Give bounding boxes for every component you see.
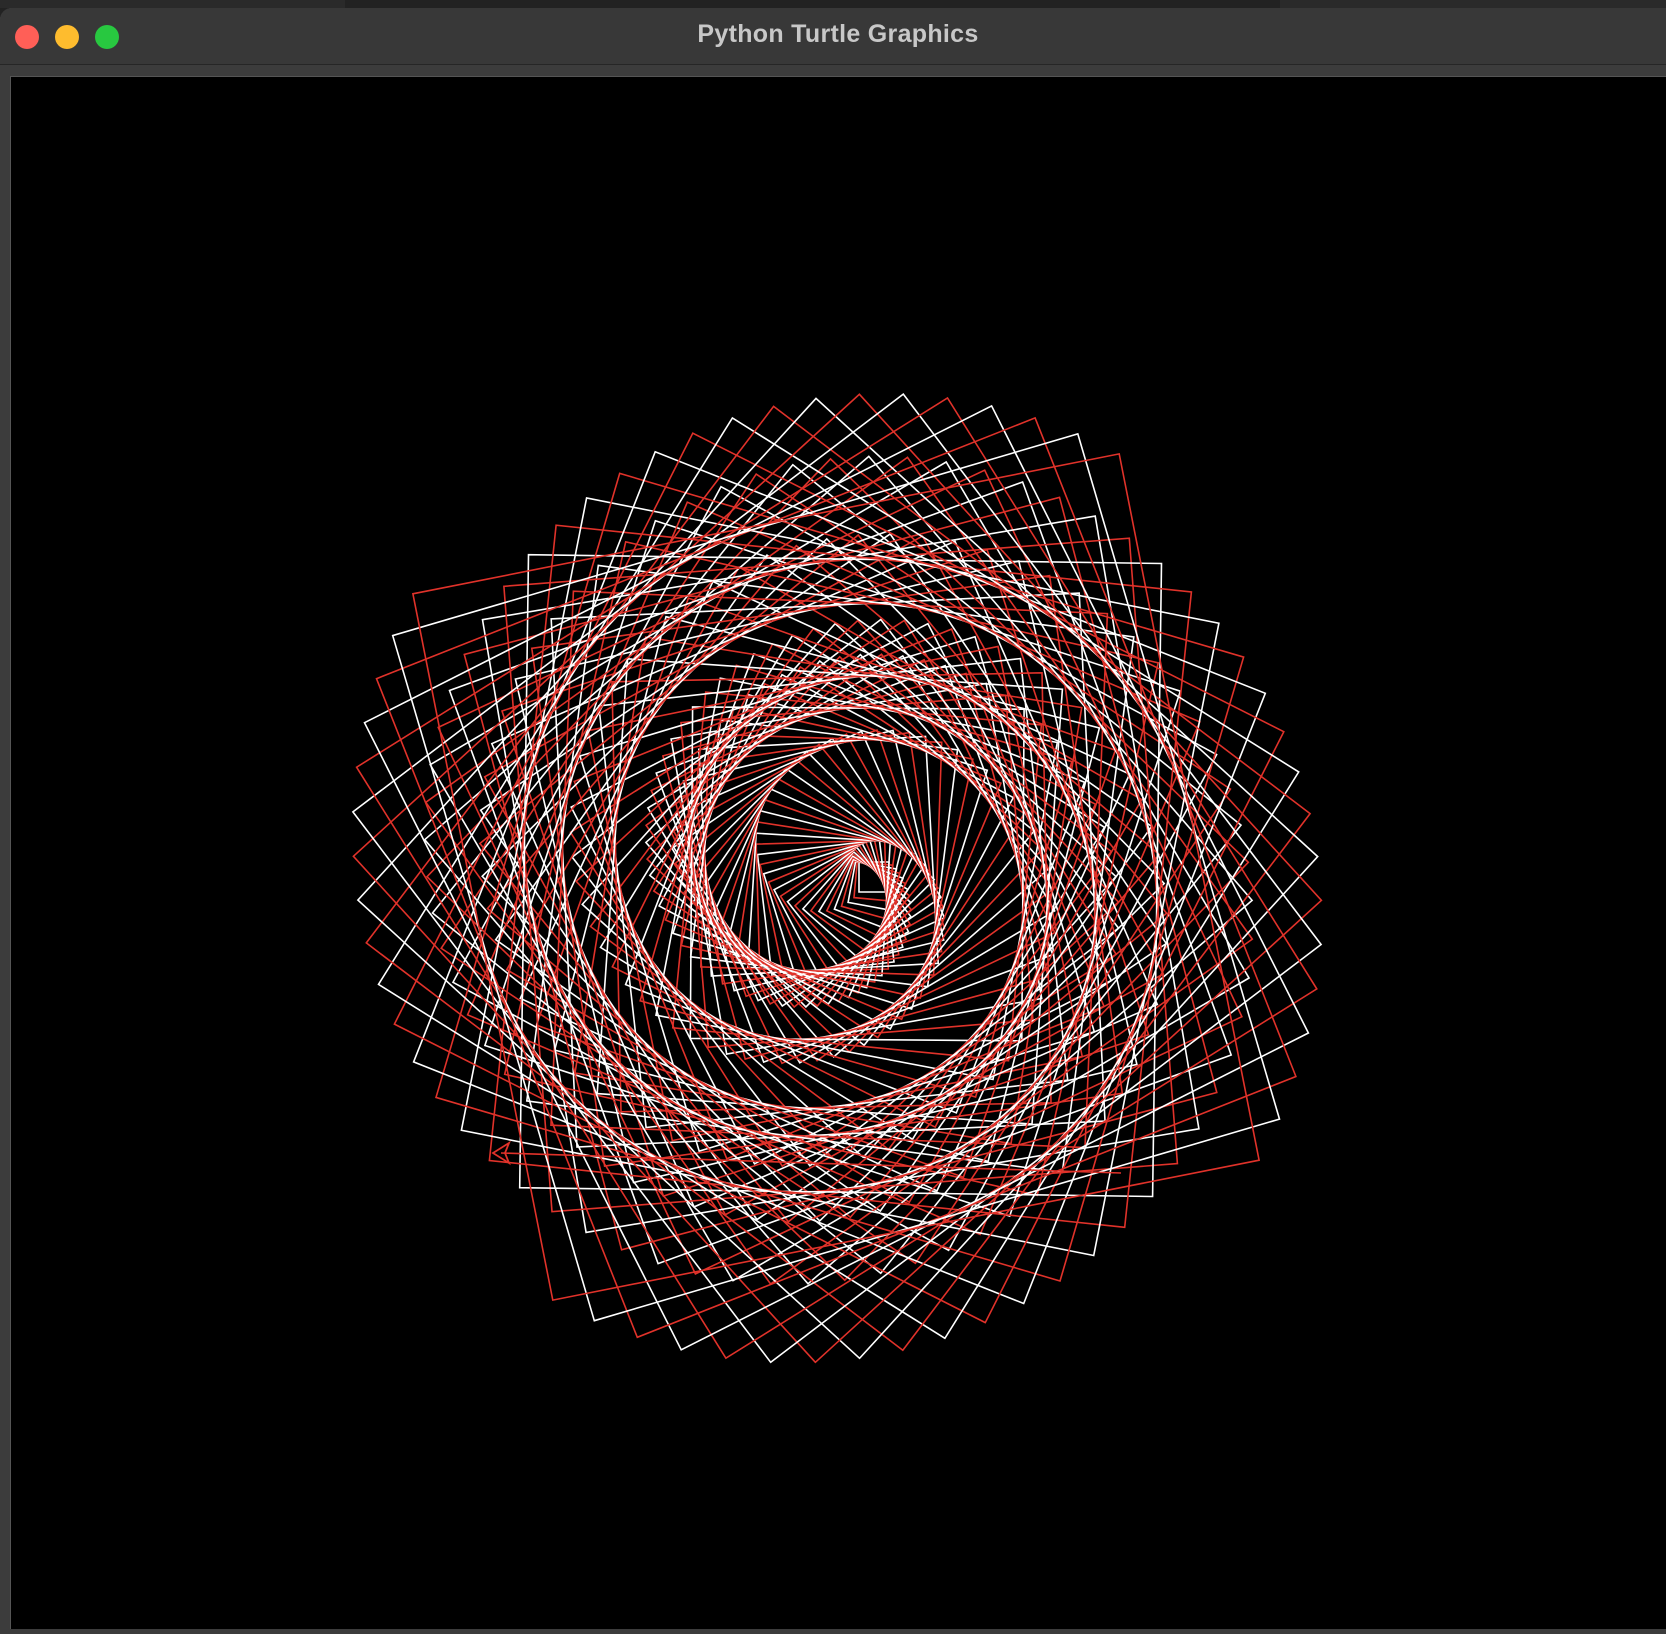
titlebar[interactable]: Python Turtle Graphics xyxy=(0,8,1666,65)
spiral-drawing xyxy=(351,392,1323,1364)
spiral-square xyxy=(356,397,1319,1360)
window-title: Python Turtle Graphics xyxy=(697,20,979,48)
turtle-canvas[interactable] xyxy=(10,76,1666,1629)
spiral-squares xyxy=(351,392,1323,1364)
turtle-window: Python Turtle Graphics xyxy=(0,8,1666,1634)
background-window-edge-right xyxy=(1280,0,1666,8)
background-window-edge-left xyxy=(0,0,345,8)
desktop: Python Turtle Graphics xyxy=(0,0,1666,1634)
